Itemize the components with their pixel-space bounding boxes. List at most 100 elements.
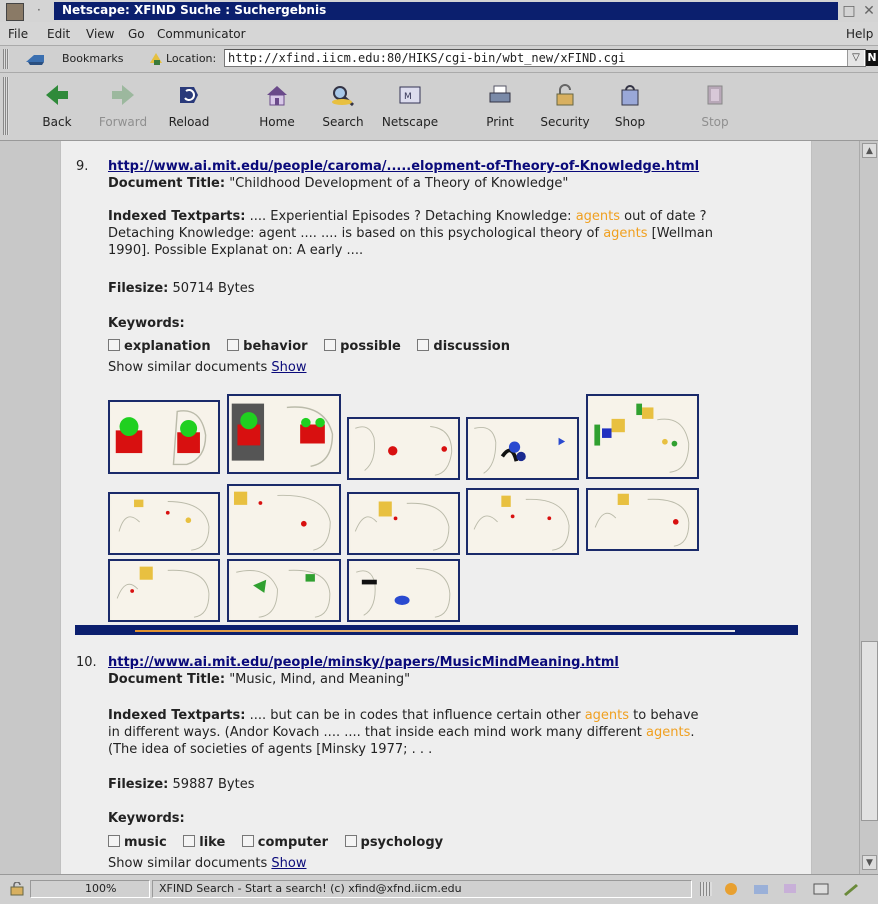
thumbnail-image[interactable] (227, 394, 341, 474)
home-label: Home (259, 115, 295, 129)
highlight-term: agents (575, 209, 621, 224)
thumbnail-image[interactable] (347, 492, 460, 555)
discussion-icon[interactable] (782, 882, 800, 896)
menu-bar: File Edit View Go Communicator Help (0, 22, 878, 46)
keyword-checkbox-item[interactable]: music (108, 835, 167, 850)
toolbar-grip[interactable] (3, 49, 9, 69)
indexed-text-line: Indexed Textparts: .... Experiential Epi… (108, 208, 707, 225)
security-lock-icon[interactable] (8, 882, 26, 896)
keyword-checkbox[interactable] (108, 339, 120, 351)
thumbnail-image[interactable] (227, 559, 341, 622)
status-grip-icon (700, 882, 712, 896)
indexed-text: in different ways. (Andor Kovach .... ..… (108, 725, 647, 740)
keywords-label: Keywords: (108, 316, 185, 331)
url-input[interactable] (224, 49, 866, 67)
composer-icon[interactable] (812, 882, 830, 896)
window-menu-icon[interactable] (6, 3, 24, 21)
similar-documents: Show similar documents Show (108, 855, 307, 872)
document-title-label: Document Title: (108, 176, 226, 191)
thumbnail-image[interactable] (466, 488, 579, 555)
close-icon[interactable]: ✕ (860, 2, 878, 20)
keyword-list: music like computer psychology (108, 834, 455, 851)
keyword-checkbox-item[interactable]: computer (241, 835, 328, 850)
title-bar: · Netscape: XFIND Suche : Suchergebnis □… (0, 0, 878, 23)
security-button[interactable]: Security (530, 77, 600, 137)
result-number: 9. (76, 159, 89, 174)
keyword-checkbox[interactable] (108, 835, 120, 847)
shop-label: Shop (614, 115, 646, 129)
vertical-scrollbar[interactable]: ▲ ▼ (859, 141, 878, 874)
thumbnail-image[interactable] (108, 400, 220, 474)
keyword-checkbox-item[interactable]: discussion (417, 339, 510, 354)
navigator-icon[interactable] (722, 882, 740, 896)
keyword-checkbox-item[interactable]: possible (324, 339, 401, 354)
menu-go[interactable]: Go (128, 27, 145, 41)
mail-icon[interactable] (752, 882, 770, 896)
scroll-down-icon[interactable]: ▼ (862, 855, 877, 870)
reload-icon (180, 87, 198, 103)
scroll-up-icon[interactable]: ▲ (862, 143, 877, 158)
menu-view[interactable]: View (86, 27, 114, 41)
reload-button[interactable]: Reload (154, 77, 224, 137)
home-button[interactable]: Home (242, 77, 312, 137)
scrollbar-thumb[interactable] (861, 641, 878, 821)
result-url-link[interactable]: http://www.ai.mit.edu/people/caroma/....… (108, 158, 699, 175)
filesize-label: Filesize: (108, 777, 169, 792)
thumbnail-image[interactable] (466, 417, 579, 480)
bookmarks-label[interactable]: Bookmarks (62, 52, 123, 65)
thumbnail-image[interactable] (227, 484, 341, 555)
back-button[interactable]: Back (22, 77, 92, 137)
indexed-text: .... Experiential Episodes ? Detaching K… (245, 209, 576, 224)
print-button[interactable]: Print (465, 77, 535, 137)
highlight-term: agents (584, 708, 630, 723)
keyword-checkbox-item[interactable]: explanation (108, 339, 211, 354)
bookmarks-icon[interactable] (24, 52, 46, 66)
minimize-icon[interactable]: □ (840, 2, 858, 20)
thumbnail-image[interactable] (586, 394, 699, 479)
keyword-checkbox[interactable] (227, 339, 240, 351)
show-similar-link[interactable]: Show (271, 856, 306, 871)
thumbnail-image[interactable] (108, 492, 220, 555)
document-title: Document Title: "Childhood Development o… (108, 175, 568, 192)
indexed-text-line: 1990]. Possible Explanat on: A early ...… (108, 243, 364, 258)
keyword-checkbox[interactable] (344, 835, 357, 847)
indexed-text: .... but can be in codes that influence … (245, 708, 585, 723)
menu-help[interactable]: Help (846, 27, 873, 41)
document-title: Document Title: "Music, Mind, and Meanin… (108, 671, 410, 688)
keyword-checkbox[interactable] (183, 835, 196, 847)
result-url-link[interactable]: http://www.ai.mit.edu/people/minsky/pape… (108, 654, 619, 671)
search-button[interactable]: Search (308, 77, 378, 137)
indexed-text-line: Indexed Textparts: .... but can be in co… (108, 707, 699, 724)
toolbar-grip[interactable] (3, 77, 9, 135)
keyword-checkbox-item[interactable]: psychology (344, 835, 443, 850)
thumbnail-image[interactable] (108, 559, 220, 622)
svg-text:M: M (404, 92, 412, 102)
keyword-label: behavior (243, 339, 308, 354)
url-dropdown-icon[interactable]: ▽ (847, 50, 864, 66)
menu-file[interactable]: File (8, 27, 28, 41)
indexed-textparts-label: Indexed Textparts: (108, 708, 246, 723)
menu-edit[interactable]: Edit (47, 27, 70, 41)
pen-icon[interactable] (842, 882, 860, 896)
thumbnail-image[interactable] (347, 417, 460, 480)
thumbnail-image[interactable] (347, 559, 460, 622)
indexed-text: . (690, 725, 695, 740)
thumbnail-image[interactable] (586, 488, 699, 551)
shop-button[interactable]: Shop (595, 77, 665, 137)
forward-button[interactable]: Forward (88, 77, 158, 137)
indexed-text-line: (The idea of societies of agents [Minsky… (108, 742, 433, 757)
menu-communicator[interactable]: Communicator (157, 27, 246, 41)
shopping-bag-icon (621, 85, 639, 106)
keyword-checkbox-item[interactable]: like (183, 835, 225, 850)
keyword-checkbox-item[interactable]: behavior (227, 339, 308, 354)
netscape-button[interactable]: M Netscape (375, 77, 445, 137)
keyword-checkbox[interactable] (417, 339, 430, 351)
location-icon (150, 53, 162, 65)
keyword-checkbox[interactable] (241, 835, 254, 847)
show-similar-link[interactable]: Show (271, 360, 306, 375)
keyword-checkbox[interactable] (324, 339, 337, 351)
similar-documents-text: Show similar documents (108, 360, 272, 375)
filesize: Filesize: 59887 Bytes (108, 776, 255, 793)
home-icon (267, 86, 287, 106)
stop-button[interactable]: Stop (680, 77, 750, 137)
